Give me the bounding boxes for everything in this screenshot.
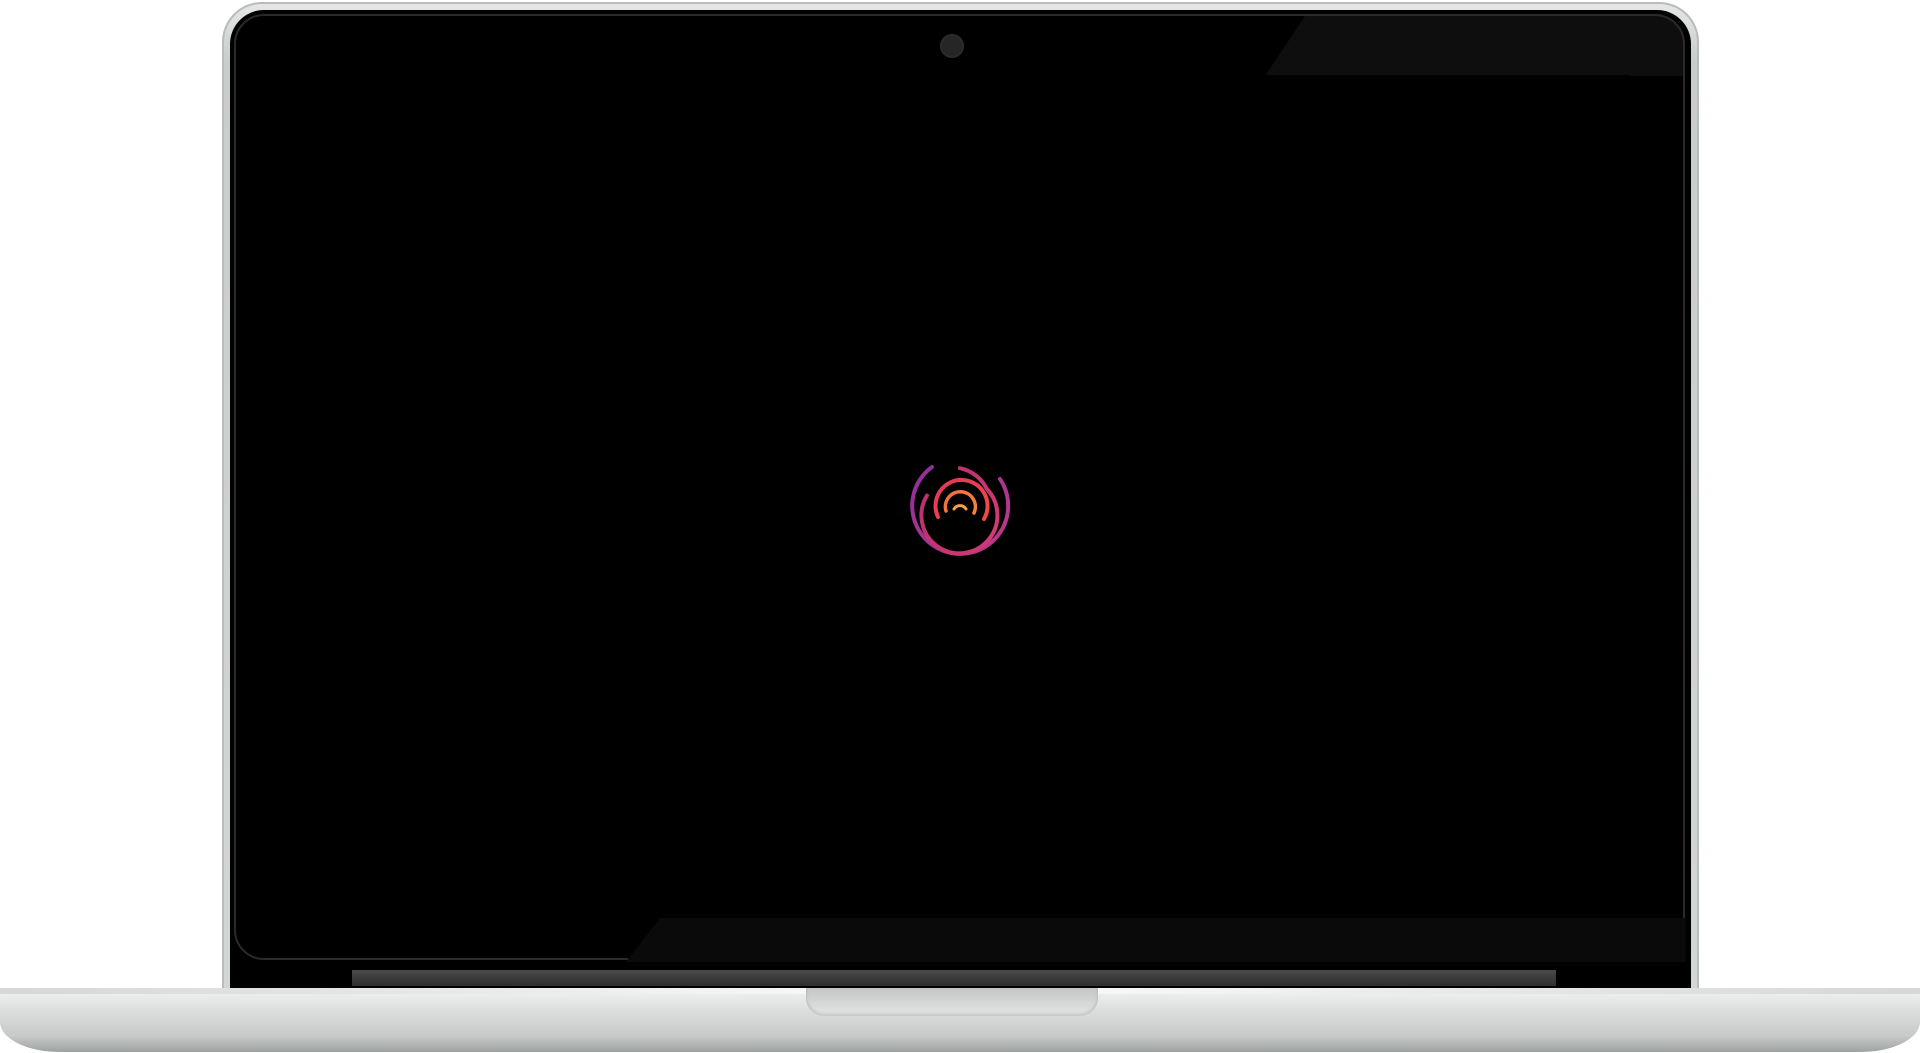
- laptop-hinge: [352, 970, 1556, 986]
- laptop-mockup: [0, 0, 1920, 1053]
- loading-logo: [908, 455, 1012, 559]
- bezel-bottom-glare: [626, 918, 1686, 962]
- concentric-rings-logo-icon: [910, 465, 1011, 556]
- lid-open-notch: [806, 988, 1098, 1016]
- camera-icon: [940, 34, 964, 58]
